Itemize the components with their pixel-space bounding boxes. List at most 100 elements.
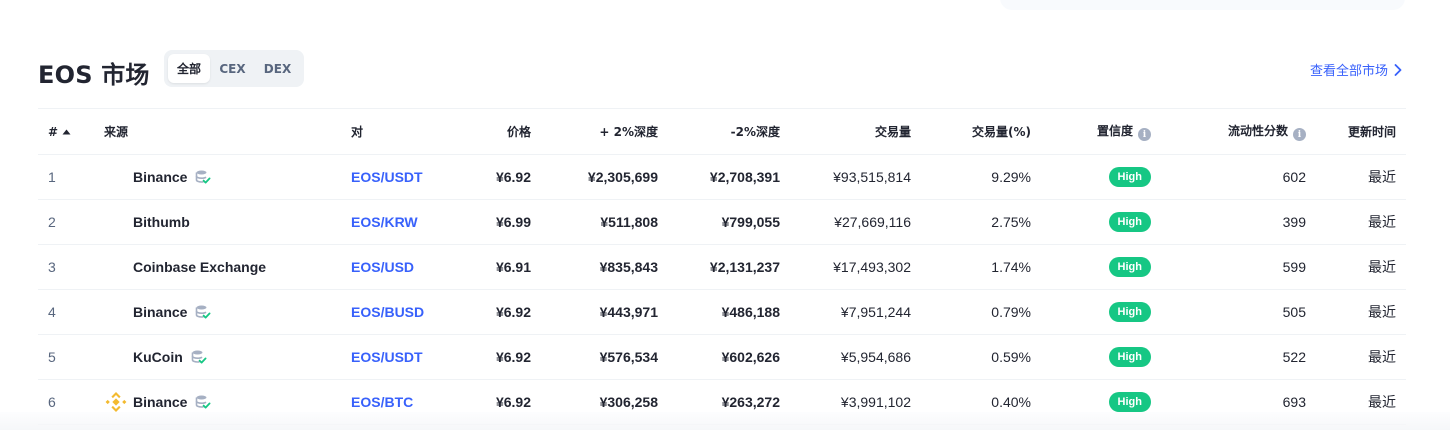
source-cell: KuCoin	[94, 334, 341, 380]
col-pair-header[interactable]: 对	[341, 108, 471, 155]
exchange-name-link[interactable]: Bithumb	[133, 214, 190, 230]
confidence-badge: High	[1108, 257, 1151, 277]
filter-dex-button[interactable]: DEX	[255, 54, 300, 83]
source-cell: Bithumb	[94, 199, 341, 245]
verified-database-icon[interactable]	[191, 349, 207, 365]
col-volume-pct-header[interactable]: 交易量(%)	[921, 108, 1041, 155]
exchange-name-link[interactable]: KuCoin	[133, 349, 183, 365]
col-depth-minus-header[interactable]: -2%深度	[668, 108, 790, 155]
source-cell: Binance	[94, 289, 341, 335]
pair-cell: EOS/USDT	[341, 154, 471, 200]
view-all-markets-link[interactable]: 查看全部市场	[1310, 60, 1402, 79]
price-cell: ¥6.92	[471, 154, 541, 200]
bottom-fade	[0, 412, 1450, 430]
col-source-header[interactable]: 来源	[94, 108, 341, 155]
col-volume-header[interactable]: 交易量	[790, 108, 921, 155]
confidence-badge: High	[1108, 212, 1151, 232]
col-liquidity-label: 流动性分数	[1227, 123, 1288, 138]
price-cell: ¥6.92	[471, 334, 541, 380]
pair-link[interactable]: EOS/USDT	[351, 349, 423, 365]
depth-plus-cell: ¥576,534	[541, 334, 668, 380]
logo-slot	[104, 165, 128, 189]
updated-cell: 最近	[1316, 199, 1406, 245]
logo-slot	[104, 300, 128, 324]
updated-cell: 最近	[1316, 154, 1406, 200]
verified-database-icon[interactable]	[195, 169, 211, 185]
table-header-row: # 来源 对 价格 + 2%深度 -2%深度 交易量 交易量(%) 置信度 i 流…	[38, 108, 1406, 155]
volume-cell: ¥5,954,686	[790, 334, 921, 380]
volume-pct-cell: 0.79%	[921, 289, 1041, 335]
exchange-name-link[interactable]: Binance	[133, 304, 187, 320]
table-row[interactable]: 3 Coinbase Exchange EOS/USD ¥6.91 ¥835,843 ¥2…	[38, 244, 1406, 290]
table-row[interactable]: 2 Bithumb EOS/KRW ¥6.99 ¥511,808 ¥799,055 ¥27,…	[38, 199, 1406, 245]
col-updated-header[interactable]: 更新时间	[1316, 108, 1406, 155]
confidence-badge: High	[1108, 392, 1151, 412]
liquidity-cell: 599	[1161, 244, 1316, 290]
depth-minus-cell: ¥799,055	[668, 199, 790, 245]
depth-plus-cell: ¥835,843	[541, 244, 668, 290]
depth-plus-cell: ¥511,808	[541, 199, 668, 245]
confidence-cell: High	[1041, 199, 1161, 245]
logo-slot	[104, 345, 128, 369]
pair-link[interactable]: EOS/USD	[351, 259, 414, 275]
volume-cell: ¥93,515,814	[790, 154, 921, 200]
updated-cell: 最近	[1316, 244, 1406, 290]
page-title: EOS 市场	[38, 61, 150, 89]
col-price-header[interactable]: 价格	[471, 108, 541, 155]
table-row[interactable]: 5 KuCoin EOS/USDT ¥6.92 ¥576,534 ¥602,626 ¥5,9…	[38, 334, 1406, 380]
pair-link[interactable]: EOS/BUSD	[351, 304, 424, 320]
liquidity-cell: 505	[1161, 289, 1316, 335]
exchange-name-link[interactable]: Binance	[133, 169, 187, 185]
logo-slot	[104, 210, 128, 234]
price-cell: ¥6.92	[471, 289, 541, 335]
info-icon[interactable]: i	[1138, 128, 1151, 142]
confidence-badge: High	[1108, 347, 1151, 367]
liquidity-cell: 602	[1161, 154, 1316, 200]
exchange-name-link[interactable]: Binance	[133, 394, 187, 410]
binance-logo-icon	[104, 390, 128, 414]
liquidity-cell: 522	[1161, 334, 1316, 380]
verified-database-icon[interactable]	[195, 304, 211, 320]
depth-minus-cell: ¥2,708,391	[668, 154, 790, 200]
rank-cell: 2	[38, 199, 94, 245]
markets-header: EOS 市场 全部 CEX DEX 查看全部市场	[38, 50, 1406, 89]
updated-cell: 最近	[1316, 334, 1406, 380]
confidence-cell: High	[1041, 154, 1161, 200]
confidence-badge: High	[1108, 167, 1151, 187]
confidence-cell: High	[1041, 289, 1161, 335]
rank-cell: 1	[38, 154, 94, 200]
table-row[interactable]: 1 Binance EOS/USDT ¥6.92 ¥2,305,699 ¥2,708,39…	[38, 154, 1406, 200]
col-rank-header[interactable]: #	[38, 108, 94, 155]
chevron-right-icon	[1394, 63, 1402, 76]
depth-minus-cell: ¥602,626	[668, 334, 790, 380]
table-row[interactable]: 4 Binance EOS/BUSD ¥6.92 ¥443,971 ¥486,188 ¥7,…	[38, 289, 1406, 335]
volume-cell: ¥17,493,302	[790, 244, 921, 290]
col-depth-plus-header[interactable]: + 2%深度	[541, 108, 668, 155]
depth-plus-cell: ¥443,971	[541, 289, 668, 335]
col-rank-label: #	[48, 124, 59, 139]
depth-minus-cell: ¥486,188	[668, 289, 790, 335]
depth-plus-cell: ¥2,305,699	[541, 154, 668, 200]
exchange-name-link[interactable]: Coinbase Exchange	[133, 259, 266, 275]
pair-link[interactable]: EOS/BTC	[351, 394, 413, 410]
rank-cell: 4	[38, 289, 94, 335]
price-cell: ¥6.91	[471, 244, 541, 290]
confidence-cell: High	[1041, 334, 1161, 380]
pair-link[interactable]: EOS/USDT	[351, 169, 423, 185]
price-cell: ¥6.99	[471, 199, 541, 245]
filter-all-button[interactable]: 全部	[168, 54, 210, 83]
pair-cell: EOS/USD	[341, 244, 471, 290]
filter-cex-button[interactable]: CEX	[210, 54, 255, 83]
col-confidence-header[interactable]: 置信度 i	[1041, 108, 1161, 155]
liquidity-cell: 399	[1161, 199, 1316, 245]
col-liquidity-header[interactable]: 流动性分数 i	[1161, 108, 1316, 155]
info-icon[interactable]: i	[1293, 128, 1306, 142]
verified-database-icon[interactable]	[195, 394, 211, 410]
volume-cell: ¥27,669,116	[790, 199, 921, 245]
pair-cell: EOS/USDT	[341, 334, 471, 380]
source-cell: Coinbase Exchange	[94, 244, 341, 290]
pair-link[interactable]: EOS/KRW	[351, 214, 418, 230]
col-confidence-label: 置信度	[1096, 123, 1133, 138]
sort-up-icon	[62, 129, 71, 134]
logo-slot	[104, 255, 128, 279]
